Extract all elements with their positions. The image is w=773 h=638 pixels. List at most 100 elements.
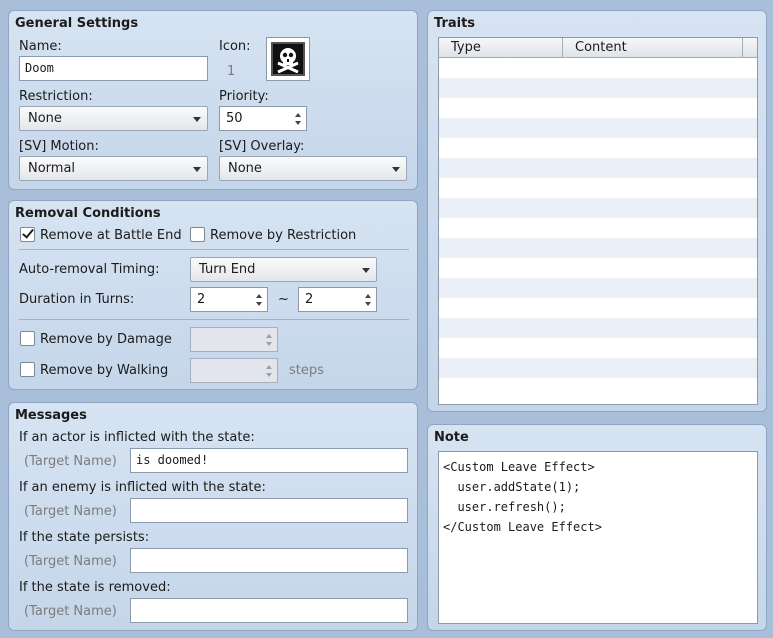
remove-at-battle-end-checkbox[interactable] [20,226,35,242]
divider [19,249,409,250]
messages-panel: Messages If an actor is inflicted with t… [8,402,418,631]
checkmark-icon [22,226,34,239]
priority-value: 50 [226,111,243,126]
table-row[interactable] [439,78,757,98]
skull-crossbones-icon [271,42,305,76]
table-row[interactable] [439,158,757,178]
sv-overlay-label: [SV] Overlay: [219,139,305,154]
spin-up-icon[interactable] [365,294,371,298]
sv-motion-value: Normal [28,161,76,176]
icon-picker[interactable] [266,37,310,81]
traits-table-header: Type Content [439,38,757,58]
table-row[interactable] [439,358,757,378]
table-row[interactable] [439,218,757,238]
message-input-persists[interactable] [130,548,408,573]
note-panel: Note <Custom Leave Effect> user.addState… [427,424,767,631]
spin-down-icon[interactable] [256,302,262,306]
message-input-actor[interactable]: is doomed! [130,448,408,473]
spin-down-icon[interactable] [365,302,371,306]
name-label: Name: [19,39,62,54]
chevron-down-icon [392,167,400,172]
note-title: Note [434,430,469,445]
note-textarea[interactable]: <Custom Leave Effect> user.addState(1); … [438,451,758,624]
duration-tilde: ~ [278,292,289,307]
duration-max-stepper[interactable]: 2 [298,287,377,312]
target-name-placeholder: (Target Name) [24,504,117,519]
sv-overlay-value: None [228,161,262,176]
duration-max-value: 2 [305,292,314,307]
table-row[interactable] [439,298,757,318]
steps-label: steps [289,363,324,378]
restriction-value: None [28,111,62,126]
table-row[interactable] [439,378,757,398]
icon-label: Icon: [219,39,251,54]
message-input-enemy[interactable] [130,498,408,523]
table-row[interactable] [439,278,757,298]
chevron-down-icon [193,167,201,172]
auto-removal-timing-label: Auto-removal Timing: [19,262,160,277]
spin-up-icon[interactable] [295,113,301,117]
target-name-placeholder: (Target Name) [24,604,117,619]
chevron-down-icon [193,117,201,122]
spin-down-icon [266,342,272,346]
damage-stepper [190,327,278,352]
traits-title: Traits [434,16,476,31]
target-name-placeholder: (Target Name) [24,454,117,469]
message-label-removed: If the state is removed: [19,580,171,595]
auto-removal-timing-select[interactable]: Turn End [190,257,377,282]
divider [19,319,409,320]
spin-up-icon [266,365,272,369]
spin-down-icon[interactable] [295,121,301,125]
general-settings-title: General Settings [15,16,139,31]
remove-by-restriction-label[interactable]: Remove by Restriction [210,228,356,243]
remove-by-damage-checkbox[interactable] [20,331,35,346]
traits-table[interactable]: Type Content [438,37,758,405]
restriction-label: Restriction: [19,89,93,104]
duration-label: Duration in Turns: [19,292,135,307]
remove-by-restriction-checkbox[interactable] [190,227,205,242]
sv-overlay-select[interactable]: None [219,156,407,181]
remove-by-walking-checkbox[interactable] [20,362,35,377]
removal-conditions-title: Removal Conditions [15,206,161,221]
table-row[interactable] [439,118,757,138]
target-name-placeholder: (Target Name) [24,554,117,569]
table-row[interactable] [439,178,757,198]
restriction-select[interactable]: None [19,106,208,131]
column-header-type[interactable]: Type [439,38,563,58]
table-row[interactable] [439,318,757,338]
table-row[interactable] [439,58,757,78]
table-row[interactable] [439,98,757,118]
sv-motion-select[interactable]: Normal [19,156,208,181]
auto-removal-timing-value: Turn End [199,262,256,277]
spin-down-icon [266,373,272,377]
skull-crossbones-graphic [277,48,299,74]
message-label-persists: If the state persists: [19,530,150,545]
remove-at-battle-end-label[interactable]: Remove at Battle End [40,228,182,243]
message-label-actor: If an actor is inflicted with the state: [19,430,255,445]
duration-min-stepper[interactable]: 2 [190,287,268,312]
column-header-content[interactable]: Content [563,38,743,58]
remove-by-damage-label[interactable]: Remove by Damage [40,332,172,347]
table-row[interactable] [439,238,757,258]
traits-panel: Traits Type Content [427,10,767,412]
table-row[interactable] [439,338,757,358]
spin-up-icon[interactable] [256,294,262,298]
icon-index: 1 [227,64,236,79]
table-row[interactable] [439,198,757,218]
message-input-removed[interactable] [130,598,408,623]
duration-min-value: 2 [197,292,206,307]
table-row[interactable] [439,258,757,278]
messages-title: Messages [15,408,87,423]
chevron-down-icon [362,268,370,273]
general-settings-panel: General Settings Name: Doom Icon: 1 Rest… [8,10,418,190]
walking-stepper [190,358,278,383]
removal-conditions-panel: Removal Conditions Remove at Battle End … [8,200,418,390]
remove-by-walking-label[interactable]: Remove by Walking [40,363,168,378]
priority-label: Priority: [219,89,269,104]
table-row[interactable] [439,138,757,158]
name-input[interactable]: Doom [19,56,208,81]
spin-up-icon [266,334,272,338]
sv-motion-label: [SV] Motion: [19,139,99,154]
message-label-enemy: If an enemy is inflicted with the state: [19,480,266,495]
priority-stepper[interactable]: 50 [219,106,307,131]
